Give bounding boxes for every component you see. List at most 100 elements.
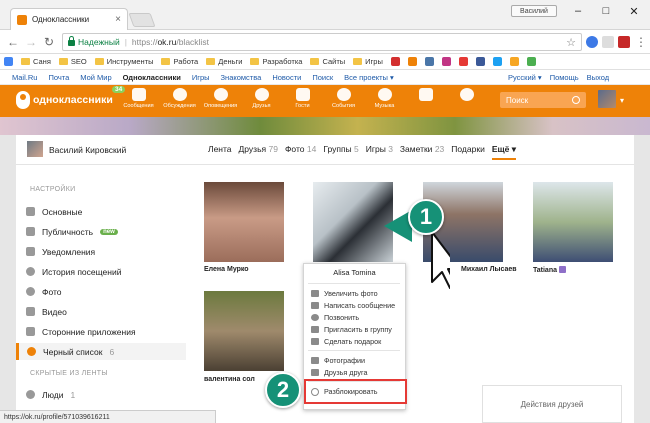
bookmark-folder[interactable]: Разработка: [250, 57, 302, 66]
menu-item-label: Написать сообщение: [324, 301, 396, 310]
sidebar-item-photo[interactable]: Фото: [26, 283, 186, 300]
menu-dots-icon[interactable]: ⋮: [634, 35, 648, 49]
forward-arrow-icon[interactable]: →: [24, 35, 38, 49]
friends-activity-panel[interactable]: Действия друзей: [482, 385, 622, 423]
tab-count: 3: [388, 144, 393, 154]
tab-photos[interactable]: Фото 14: [285, 144, 316, 160]
new-tab-button[interactable]: [128, 13, 156, 27]
reload-icon[interactable]: ↻: [42, 35, 56, 49]
address-bar[interactable]: Надежный | https://ok.ru/blacklist ☆: [62, 33, 582, 51]
extension-icon[interactable]: [602, 36, 614, 48]
bookmark-folder[interactable]: Деньги: [206, 57, 242, 66]
blocked-user-name[interactable]: валентина сол: [204, 376, 255, 383]
minimize-button[interactable]: –: [566, 3, 590, 19]
bookmark-folder[interactable]: Сайты: [310, 57, 345, 66]
browser-tab[interactable]: Одноклассники ×: [10, 8, 128, 30]
user-avatar[interactable]: [598, 90, 616, 108]
portal-link[interactable]: Все проекты ▾: [344, 73, 394, 82]
close-tab-icon[interactable]: ×: [115, 14, 121, 25]
nav-friends[interactable]: Друзья: [241, 88, 282, 116]
language-select[interactable]: Русский ▾: [508, 73, 542, 82]
bookmark-folder[interactable]: Игры: [353, 57, 383, 66]
friends-icon: [254, 88, 269, 101]
apps-icon[interactable]: [4, 57, 13, 66]
profile-name[interactable]: Василий Кировский: [49, 145, 126, 155]
portal-link-active[interactable]: Одноклассники: [123, 73, 181, 82]
nav-guests[interactable]: Гости: [282, 88, 323, 116]
mail-icon[interactable]: [509, 57, 519, 66]
pinterest-icon[interactable]: [458, 57, 468, 66]
portal-link[interactable]: Поиск: [312, 73, 333, 82]
nav-notifications[interactable]: Оповещения: [200, 88, 241, 116]
sidebar-item-publicity[interactable]: Публичность new: [26, 223, 186, 240]
tab-feed[interactable]: Лента: [208, 144, 232, 160]
blocked-user-photo[interactable]: [204, 291, 284, 371]
extension-icon[interactable]: [618, 36, 630, 48]
menu-write-message[interactable]: Написать сообщение: [311, 300, 405, 311]
sidebar-item-video[interactable]: Видео: [26, 303, 186, 320]
search-icon[interactable]: [572, 96, 580, 104]
secure-indicator[interactable]: Надежный: [68, 36, 120, 47]
bookmark-folder[interactable]: Работа: [161, 57, 198, 66]
blocked-user-name[interactable]: Елена Мурко: [204, 266, 249, 273]
extension-icon[interactable]: [586, 36, 598, 48]
ok-icon[interactable]: [407, 57, 417, 66]
ok-logo[interactable]: одноклассники: [16, 91, 113, 109]
menu-photos[interactable]: Фотографии: [311, 355, 405, 366]
nav-messages[interactable]: Сообщения: [118, 88, 159, 116]
url-host: ok.ru: [157, 37, 177, 47]
sidebar-item-basic[interactable]: Основные: [26, 203, 186, 220]
tab-more[interactable]: Ещё ▾: [491, 144, 517, 160]
browser-profile-button[interactable]: Василий: [511, 5, 557, 17]
sidebar-item-apps[interactable]: Сторонние приложения: [26, 323, 186, 340]
sidebar-item-blacklist[interactable]: Черный список 6: [16, 343, 186, 360]
nav-video[interactable]: [405, 88, 446, 116]
youtube-icon[interactable]: [390, 57, 400, 66]
menu-friends-of-friend[interactable]: Друзья друга: [311, 367, 405, 378]
tab-friends[interactable]: Друзья 79: [239, 144, 278, 160]
instagram-icon[interactable]: [441, 57, 451, 66]
portal-link[interactable]: Почта: [48, 73, 69, 82]
bookmark-star-icon[interactable]: ☆: [566, 36, 576, 49]
sidebar-item-hidden-people[interactable]: Люди 1: [26, 386, 186, 403]
nav-extra[interactable]: [446, 88, 487, 116]
chevron-down-icon[interactable]: ▾: [620, 96, 624, 105]
blocked-user-photo[interactable]: [204, 182, 284, 262]
tab-title: Одноклассники: [32, 15, 90, 24]
site-icon[interactable]: [526, 57, 536, 66]
facebook-icon[interactable]: [475, 57, 485, 66]
twitter-icon[interactable]: [492, 57, 502, 66]
menu-call[interactable]: Позвонить: [311, 312, 405, 323]
close-window-button[interactable]: ✕: [622, 3, 646, 19]
bookmark-folder[interactable]: Саня: [21, 57, 51, 66]
sidebar-item-history[interactable]: История посещений: [26, 263, 186, 280]
profile-avatar[interactable]: [27, 141, 43, 157]
portal-link[interactable]: Игры: [192, 73, 210, 82]
vk-icon[interactable]: [424, 57, 434, 66]
nav-events[interactable]: События: [323, 88, 364, 116]
sidebar-item-label: Люди: [42, 389, 64, 400]
portal-link[interactable]: Mail.Ru: [12, 73, 37, 82]
tab-notes[interactable]: Заметки 23: [400, 144, 444, 160]
ok-search-input[interactable]: Поиск: [500, 92, 586, 108]
blocked-user-name[interactable]: Tatiana: [533, 266, 566, 274]
tab-gifts[interactable]: Подарки: [451, 144, 485, 160]
bookmark-folder[interactable]: Инструменты: [94, 57, 153, 66]
blocked-user-photo[interactable]: [533, 182, 613, 262]
portal-link[interactable]: Мой Мир: [80, 73, 111, 82]
portal-link[interactable]: Новости: [272, 73, 301, 82]
back-arrow-icon[interactable]: ←: [6, 35, 20, 49]
menu-send-gift[interactable]: Сделать подарок: [311, 336, 405, 347]
blocked-user-name[interactable]: Михаил Лысаев: [461, 266, 517, 273]
maximize-button[interactable]: □: [594, 3, 618, 19]
help-link[interactable]: Помощь: [550, 73, 579, 82]
sidebar-item-notifications[interactable]: Уведомления: [26, 243, 186, 260]
nav-discussions[interactable]: Обсуждения: [159, 88, 200, 116]
tab-games[interactable]: Игры 3: [366, 144, 393, 160]
nav-music[interactable]: Музыка: [364, 88, 405, 116]
menu-invite-group[interactable]: Пригласить в группу: [311, 324, 405, 335]
tab-groups[interactable]: Группы 5: [323, 144, 358, 160]
logout-link[interactable]: Выход: [587, 73, 609, 82]
bookmark-folder[interactable]: SEO: [58, 57, 87, 66]
portal-link[interactable]: Знакомства: [221, 73, 262, 82]
